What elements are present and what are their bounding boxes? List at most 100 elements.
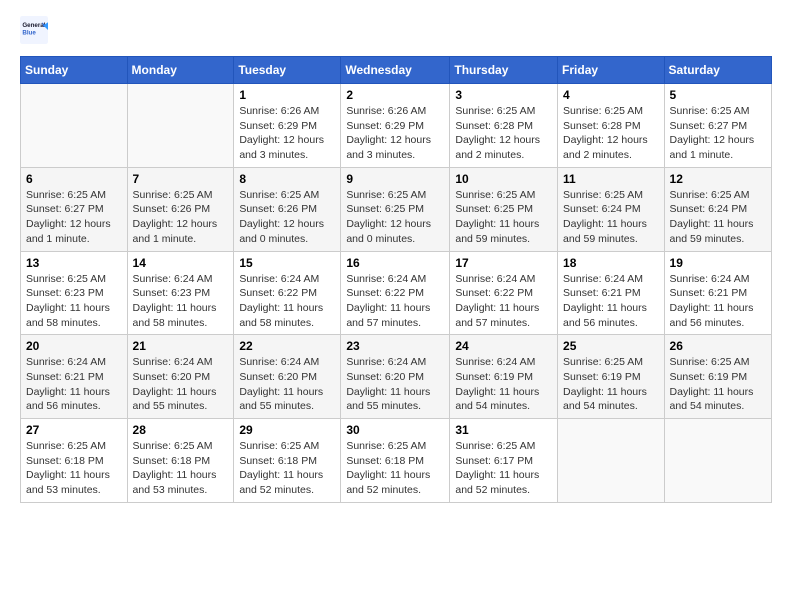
- header-thursday: Thursday: [450, 57, 558, 84]
- day-detail: Sunrise: 6:26 AM Sunset: 6:29 PM Dayligh…: [346, 104, 444, 163]
- day-detail: Sunrise: 6:24 AM Sunset: 6:21 PM Dayligh…: [563, 272, 659, 331]
- day-detail: Sunrise: 6:25 AM Sunset: 6:18 PM Dayligh…: [346, 439, 444, 498]
- day-detail: Sunrise: 6:24 AM Sunset: 6:22 PM Dayligh…: [455, 272, 552, 331]
- day-number: 2: [346, 88, 444, 102]
- day-cell: 30 Sunrise: 6:25 AM Sunset: 6:18 PM Dayli…: [341, 419, 450, 503]
- day-number: 7: [133, 172, 229, 186]
- day-cell: 27 Sunrise: 6:25 AM Sunset: 6:18 PM Dayli…: [21, 419, 128, 503]
- day-number: 14: [133, 256, 229, 270]
- day-detail: Sunrise: 6:24 AM Sunset: 6:19 PM Dayligh…: [455, 355, 552, 414]
- day-cell: 26 Sunrise: 6:25 AM Sunset: 6:19 PM Dayli…: [664, 335, 771, 419]
- day-cell: 7Sunrise: 6:25 AM Sunset: 6:26 PM Daylig…: [127, 167, 234, 251]
- day-cell: 21 Sunrise: 6:24 AM Sunset: 6:20 PM Dayli…: [127, 335, 234, 419]
- day-number: 17: [455, 256, 552, 270]
- day-detail: Sunrise: 6:25 AM Sunset: 6:25 PM Dayligh…: [346, 188, 444, 247]
- day-detail: Sunrise: 6:25 AM Sunset: 6:18 PM Dayligh…: [26, 439, 122, 498]
- day-number: 4: [563, 88, 659, 102]
- day-detail: Sunrise: 6:24 AM Sunset: 6:22 PM Dayligh…: [346, 272, 444, 331]
- day-cell: 9 Sunrise: 6:25 AM Sunset: 6:25 PM Daylig…: [341, 167, 450, 251]
- day-cell: 14 Sunrise: 6:24 AM Sunset: 6:23 PM Dayli…: [127, 251, 234, 335]
- week-row-2: 6 Sunrise: 6:25 AM Sunset: 6:27 PM Daylig…: [21, 167, 772, 251]
- day-detail: Sunrise: 6:24 AM Sunset: 6:20 PM Dayligh…: [133, 355, 229, 414]
- day-detail: Sunrise: 6:24 AM Sunset: 6:21 PM Dayligh…: [670, 272, 766, 331]
- day-number: 9: [346, 172, 444, 186]
- day-cell: 29Sunrise: 6:25 AM Sunset: 6:18 PM Dayli…: [234, 419, 341, 503]
- day-detail: Sunrise: 6:24 AM Sunset: 6:20 PM Dayligh…: [346, 355, 444, 414]
- day-detail: Sunrise: 6:25 AM Sunset: 6:28 PM Dayligh…: [563, 104, 659, 163]
- header-tuesday: Tuesday: [234, 57, 341, 84]
- day-detail: Sunrise: 6:24 AM Sunset: 6:20 PM Dayligh…: [239, 355, 335, 414]
- week-row-4: 20 Sunrise: 6:24 AM Sunset: 6:21 PM Dayli…: [21, 335, 772, 419]
- header-monday: Monday: [127, 57, 234, 84]
- day-cell: [21, 84, 128, 168]
- day-detail: Sunrise: 6:24 AM Sunset: 6:23 PM Dayligh…: [133, 272, 229, 331]
- day-cell: [558, 419, 665, 503]
- day-detail: Sunrise: 6:25 AM Sunset: 6:19 PM Dayligh…: [670, 355, 766, 414]
- day-cell: 28 Sunrise: 6:25 AM Sunset: 6:18 PM Dayli…: [127, 419, 234, 503]
- day-number: 18: [563, 256, 659, 270]
- day-cell: 23 Sunrise: 6:24 AM Sunset: 6:20 PM Dayli…: [341, 335, 450, 419]
- day-detail: Sunrise: 6:25 AM Sunset: 6:28 PM Dayligh…: [455, 104, 552, 163]
- day-number: 27: [26, 423, 122, 437]
- day-number: 30: [346, 423, 444, 437]
- day-number: 22: [239, 339, 335, 353]
- logo: General Blue: [20, 16, 52, 44]
- day-detail: Sunrise: 6:25 AM Sunset: 6:23 PM Dayligh…: [26, 272, 122, 331]
- day-number: 12: [670, 172, 766, 186]
- day-number: 26: [670, 339, 766, 353]
- day-number: 23: [346, 339, 444, 353]
- day-number: 16: [346, 256, 444, 270]
- day-cell: 25Sunrise: 6:25 AM Sunset: 6:19 PM Dayli…: [558, 335, 665, 419]
- day-cell: 16 Sunrise: 6:24 AM Sunset: 6:22 PM Dayli…: [341, 251, 450, 335]
- day-number: 20: [26, 339, 122, 353]
- day-number: 10: [455, 172, 552, 186]
- day-cell: 20 Sunrise: 6:24 AM Sunset: 6:21 PM Dayli…: [21, 335, 128, 419]
- day-cell: 1Sunrise: 6:26 AM Sunset: 6:29 PM Daylig…: [234, 84, 341, 168]
- day-cell: 19Sunrise: 6:24 AM Sunset: 6:21 PM Dayli…: [664, 251, 771, 335]
- day-number: 6: [26, 172, 122, 186]
- day-cell: 24 Sunrise: 6:24 AM Sunset: 6:19 PM Dayli…: [450, 335, 558, 419]
- day-cell: 6 Sunrise: 6:25 AM Sunset: 6:27 PM Daylig…: [21, 167, 128, 251]
- header: General Blue: [20, 16, 772, 44]
- day-cell: 22 Sunrise: 6:24 AM Sunset: 6:20 PM Dayli…: [234, 335, 341, 419]
- day-number: 29: [239, 423, 335, 437]
- week-row-3: 13 Sunrise: 6:25 AM Sunset: 6:23 PM Dayli…: [21, 251, 772, 335]
- calendar-header-row: SundayMondayTuesdayWednesdayThursdayFrid…: [21, 57, 772, 84]
- day-detail: Sunrise: 6:25 AM Sunset: 6:27 PM Dayligh…: [26, 188, 122, 247]
- header-wednesday: Wednesday: [341, 57, 450, 84]
- logo-icon: General Blue: [20, 16, 48, 44]
- day-cell: 18 Sunrise: 6:24 AM Sunset: 6:21 PM Dayli…: [558, 251, 665, 335]
- day-number: 24: [455, 339, 552, 353]
- day-number: 5: [670, 88, 766, 102]
- day-number: 3: [455, 88, 552, 102]
- day-cell: 8Sunrise: 6:25 AM Sunset: 6:26 PM Daylig…: [234, 167, 341, 251]
- day-detail: Sunrise: 6:25 AM Sunset: 6:19 PM Dayligh…: [563, 355, 659, 414]
- day-cell: 13 Sunrise: 6:25 AM Sunset: 6:23 PM Dayli…: [21, 251, 128, 335]
- day-detail: Sunrise: 6:25 AM Sunset: 6:18 PM Dayligh…: [133, 439, 229, 498]
- day-cell: 11 Sunrise: 6:25 AM Sunset: 6:24 PM Dayli…: [558, 167, 665, 251]
- day-detail: Sunrise: 6:25 AM Sunset: 6:17 PM Dayligh…: [455, 439, 552, 498]
- day-detail: Sunrise: 6:25 AM Sunset: 6:24 PM Dayligh…: [563, 188, 659, 247]
- day-cell: 3 Sunrise: 6:25 AM Sunset: 6:28 PM Daylig…: [450, 84, 558, 168]
- day-cell: 12 Sunrise: 6:25 AM Sunset: 6:24 PM Dayli…: [664, 167, 771, 251]
- day-cell: 15Sunrise: 6:24 AM Sunset: 6:22 PM Dayli…: [234, 251, 341, 335]
- day-number: 21: [133, 339, 229, 353]
- day-number: 11: [563, 172, 659, 186]
- header-friday: Friday: [558, 57, 665, 84]
- day-number: 8: [239, 172, 335, 186]
- day-detail: Sunrise: 6:24 AM Sunset: 6:22 PM Dayligh…: [239, 272, 335, 331]
- day-cell: [127, 84, 234, 168]
- week-row-1: 1Sunrise: 6:26 AM Sunset: 6:29 PM Daylig…: [21, 84, 772, 168]
- week-row-5: 27 Sunrise: 6:25 AM Sunset: 6:18 PM Dayli…: [21, 419, 772, 503]
- header-saturday: Saturday: [664, 57, 771, 84]
- day-number: 31: [455, 423, 552, 437]
- header-sunday: Sunday: [21, 57, 128, 84]
- day-cell: 4 Sunrise: 6:25 AM Sunset: 6:28 PM Daylig…: [558, 84, 665, 168]
- day-cell: 31 Sunrise: 6:25 AM Sunset: 6:17 PM Dayli…: [450, 419, 558, 503]
- day-number: 13: [26, 256, 122, 270]
- day-detail: Sunrise: 6:25 AM Sunset: 6:25 PM Dayligh…: [455, 188, 552, 247]
- day-number: 28: [133, 423, 229, 437]
- day-cell: 5Sunrise: 6:25 AM Sunset: 6:27 PM Daylig…: [664, 84, 771, 168]
- day-detail: Sunrise: 6:25 AM Sunset: 6:24 PM Dayligh…: [670, 188, 766, 247]
- day-detail: Sunrise: 6:24 AM Sunset: 6:21 PM Dayligh…: [26, 355, 122, 414]
